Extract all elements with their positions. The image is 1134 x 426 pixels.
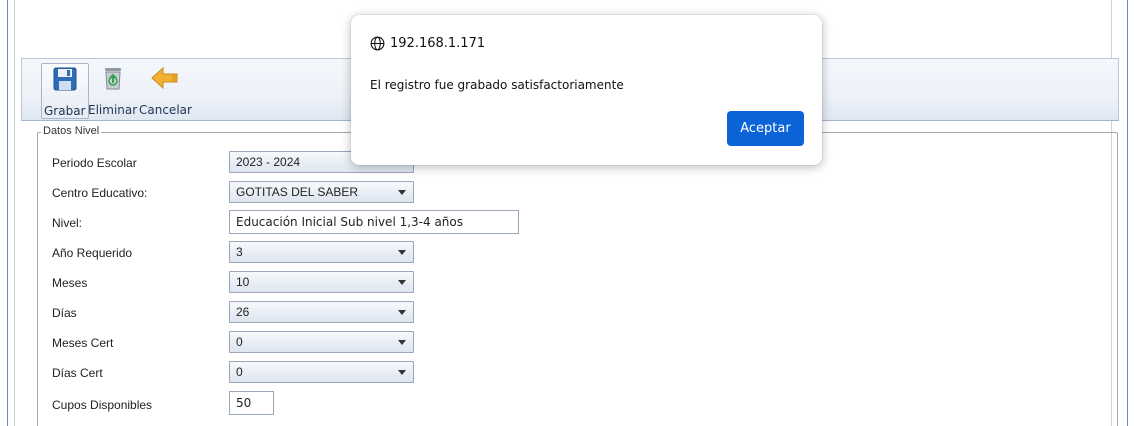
chevron-down-icon — [398, 310, 406, 315]
accept-button[interactable]: Aceptar — [727, 111, 804, 146]
back-arrow-icon — [150, 63, 180, 93]
globe-icon — [370, 36, 385, 51]
chevron-down-icon — [398, 280, 406, 285]
delete-button-label: Eliminar — [88, 103, 138, 117]
chevron-down-icon — [398, 190, 406, 195]
floppy-disk-icon — [50, 64, 80, 94]
save-button[interactable]: Grabar — [41, 63, 89, 119]
school-period-label: Periodo Escolar — [52, 156, 137, 170]
dialog-message: El registro fue grabado satisfactoriamen… — [370, 78, 624, 92]
save-button-label: Grabar — [44, 104, 86, 118]
required-year-select[interactable]: 3 — [229, 241, 414, 263]
months-value: 10 — [236, 275, 250, 289]
days-label: Días — [52, 306, 77, 320]
required-year-label: Año Requerido — [52, 246, 133, 260]
chevron-down-icon — [398, 340, 406, 345]
school-period-value: 2023 - 2024 — [236, 155, 301, 169]
cert-days-label: Días Cert — [52, 366, 103, 380]
education-center-label: Centro Educativo: — [52, 186, 148, 200]
group-legend: Datos Nivel — [41, 125, 102, 137]
education-center-select[interactable]: GOTITAS DEL SABER — [229, 181, 414, 203]
cert-days-value: 0 — [236, 365, 243, 379]
dialog-title: 192.168.1.171 — [370, 36, 485, 51]
months-select[interactable]: 10 — [229, 271, 414, 293]
required-year-value: 3 — [236, 245, 243, 259]
level-value: Educación Inicial Sub nivel 1,3-4 años — [236, 215, 464, 229]
cancel-button[interactable]: Cancelar — [139, 63, 192, 119]
cert-months-label: Meses Cert — [52, 336, 114, 350]
delete-button[interactable]: Eliminar — [88, 63, 137, 119]
education-center-value: GOTITAS DEL SABER — [236, 185, 359, 199]
available-seats-value: 50 — [236, 396, 252, 410]
cancel-button-label: Cancelar — [139, 103, 192, 117]
cert-months-select[interactable]: 0 — [229, 331, 414, 353]
chevron-down-icon — [398, 250, 406, 255]
cert-days-select[interactable]: 0 — [229, 361, 414, 383]
days-value: 26 — [236, 305, 250, 319]
available-seats-label: Cupos Disponibles — [52, 398, 153, 412]
alert-dialog: 192.168.1.171 El registro fue grabado sa… — [351, 15, 822, 165]
cert-months-value: 0 — [236, 335, 243, 349]
months-label: Meses — [52, 276, 88, 290]
level-data-group — [37, 132, 1118, 426]
days-select[interactable]: 26 — [229, 301, 414, 323]
recycle-bin-icon — [98, 63, 128, 93]
level-label: Nivel: — [52, 216, 83, 230]
chevron-down-icon — [398, 370, 406, 375]
available-seats-field[interactable]: 50 — [229, 391, 274, 415]
level-field[interactable]: Educación Inicial Sub nivel 1,3-4 años — [229, 210, 519, 234]
dialog-origin: 192.168.1.171 — [390, 36, 486, 51]
